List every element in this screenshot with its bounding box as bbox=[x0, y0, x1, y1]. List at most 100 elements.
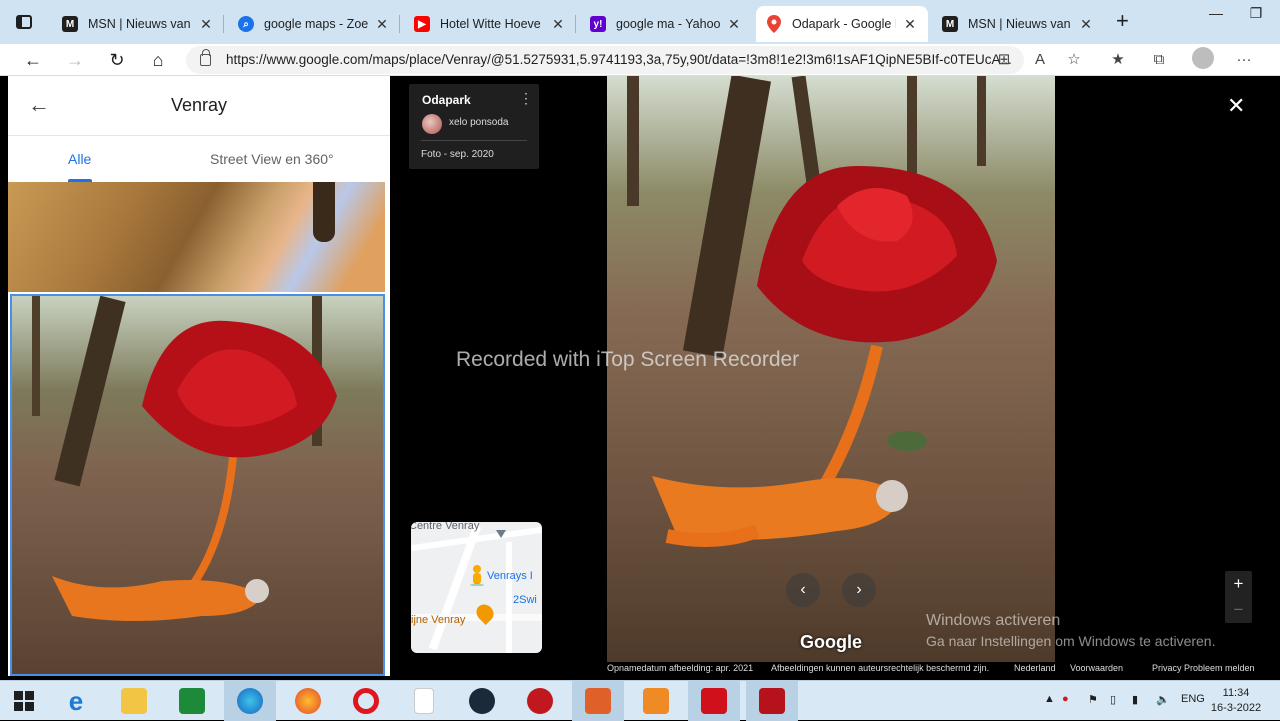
notification-tray-icon[interactable]: ⚑ bbox=[1088, 693, 1098, 706]
map-label-venray: ijne Venray bbox=[411, 614, 466, 626]
network-icon[interactable]: ▮ bbox=[1132, 693, 1138, 706]
profile-avatar[interactable] bbox=[1192, 47, 1214, 69]
pegman-icon bbox=[469, 564, 485, 587]
more-options-icon[interactable]: ··· bbox=[1232, 48, 1256, 72]
close-tab-icon[interactable]: ✕ bbox=[1078, 16, 1094, 33]
edge-icon[interactable] bbox=[224, 681, 276, 721]
minimize-icon[interactable]: — bbox=[1196, 0, 1236, 28]
more-vert-icon[interactable]: ⋮ bbox=[519, 91, 533, 105]
google-logo: Google bbox=[800, 632, 862, 652]
windows-logo-icon bbox=[14, 691, 34, 711]
refresh-icon[interactable]: ↻ bbox=[104, 48, 130, 72]
zoom-in-icon[interactable]: + bbox=[1225, 571, 1252, 597]
mini-map[interactable]: Centre Venray Venrays I 2Swi ijne Venray bbox=[411, 522, 542, 653]
address-bar: ← → ↻ ⌂ https://www.google.com/maps/plac… bbox=[0, 44, 1280, 76]
map-label-2swi: 2Swi bbox=[513, 594, 537, 606]
security-app-icon[interactable] bbox=[514, 681, 566, 721]
previous-photo-icon[interactable]: ‹ bbox=[786, 573, 820, 607]
contributor-name[interactable]: xelo ponsoda bbox=[449, 117, 509, 128]
tab-odapark-maps[interactable]: Odapark - Google Map ✕ bbox=[756, 6, 928, 42]
language-indicator[interactable]: ENG bbox=[1181, 693, 1205, 705]
windows-taskbar: e ▲ ● ⚑ ▯ ▮ 🔈 ENG 11:34 16-3-2022 bbox=[0, 680, 1280, 721]
terms-link[interactable]: Voorwaarden bbox=[1070, 663, 1123, 673]
system-clock[interactable]: 11:34 16-3-2022 bbox=[1206, 686, 1266, 716]
browser-tab-bar: M MSN | Nieuws van de ✕ ⌕ google maps - … bbox=[0, 0, 1280, 44]
close-viewer-icon[interactable]: ✕ bbox=[1227, 93, 1245, 119]
panel-title: Venray bbox=[170, 95, 228, 115]
tab-all[interactable]: Alle bbox=[68, 151, 91, 167]
tab-msn-1[interactable]: M MSN | Nieuws van de ✕ bbox=[52, 6, 224, 42]
photo-thumbnail[interactable] bbox=[8, 182, 385, 292]
yahoo-icon: y! bbox=[590, 16, 606, 32]
copyright-notice: Afbeeldingen kunnen auteursrechtelijk be… bbox=[771, 663, 990, 673]
excel-icon[interactable] bbox=[166, 681, 218, 721]
forward-icon[interactable]: → bbox=[62, 48, 88, 72]
clock-date: 16-3-2022 bbox=[1210, 702, 1262, 714]
lock-icon bbox=[200, 49, 211, 66]
tab-youtube-hotel[interactable]: ▶ Hotel Witte Hoeve De ✕ bbox=[404, 6, 576, 42]
map-label-centre: Centre Venray bbox=[411, 522, 480, 532]
windows-activation-title: Windows activeren bbox=[926, 612, 1061, 629]
country-link[interactable]: Nederland bbox=[1014, 663, 1056, 673]
url-field[interactable]: https://www.google.com/maps/place/Venray… bbox=[186, 46, 1024, 74]
close-tab-icon[interactable]: ✕ bbox=[726, 16, 742, 33]
apps-icon[interactable]: ⊞ bbox=[992, 48, 1016, 72]
opera-icon[interactable] bbox=[340, 681, 392, 721]
close-tab-icon[interactable]: ✕ bbox=[902, 16, 918, 33]
viewer-footer: Opnamedatum afbeelding: apr. 2021 Afbeel… bbox=[607, 662, 1280, 676]
divider bbox=[421, 140, 527, 141]
media-player-icon[interactable] bbox=[630, 681, 682, 721]
search-icon: ⌕ bbox=[238, 16, 254, 32]
clock-time: 11:34 bbox=[1222, 687, 1250, 699]
tab-google-search[interactable]: ⌕ google maps - Zoeken ✕ bbox=[228, 6, 400, 42]
tab-yahoo[interactable]: y! google ma - Yahoo-Zo ✕ bbox=[580, 6, 752, 42]
start-button[interactable] bbox=[0, 681, 48, 721]
google-maps-pin-icon bbox=[766, 15, 782, 33]
video-editor-icon[interactable] bbox=[746, 681, 798, 721]
back-icon[interactable]: ← bbox=[20, 48, 46, 72]
zoom-out-icon[interactable]: − bbox=[1225, 597, 1252, 623]
maximize-icon[interactable]: ❐ bbox=[1236, 0, 1276, 28]
screen-recorder-icon[interactable] bbox=[688, 681, 740, 721]
close-tab-icon[interactable]: ✕ bbox=[550, 16, 566, 33]
privacy-link[interactable]: Privacy bbox=[1152, 663, 1182, 673]
battery-icon[interactable]: ▯ bbox=[1110, 693, 1116, 706]
file-explorer-icon[interactable] bbox=[108, 681, 160, 721]
close-tab-icon[interactable]: ✕ bbox=[198, 16, 214, 33]
ccleaner-icon[interactable] bbox=[456, 681, 508, 721]
new-tab-icon[interactable]: + bbox=[1116, 10, 1129, 32]
collections-icon[interactable]: ⧉ bbox=[1147, 48, 1171, 72]
report-problem-link[interactable]: Probleem melden bbox=[1184, 663, 1255, 673]
msn-icon: M bbox=[942, 16, 958, 32]
msn-icon: M bbox=[62, 16, 78, 32]
place-name[interactable]: Odapark bbox=[422, 93, 471, 107]
internet-explorer-icon[interactable]: e bbox=[50, 681, 102, 721]
favorite-add-icon[interactable]: ☆ bbox=[1062, 48, 1086, 72]
rocket-app-icon[interactable] bbox=[572, 681, 624, 721]
tab-actions-icon[interactable] bbox=[14, 12, 34, 32]
close-tab-icon[interactable]: ✕ bbox=[374, 16, 390, 33]
show-hidden-icons[interactable]: ▲ bbox=[1044, 693, 1055, 705]
home-icon[interactable]: ⌂ bbox=[145, 48, 171, 72]
photo-info-card: Odapark ⋮ xelo ponsoda Foto - sep. 2020 bbox=[409, 84, 539, 169]
map-label-venrays: Venrays I bbox=[487, 570, 533, 582]
next-photo-icon[interactable]: › bbox=[842, 573, 876, 607]
read-aloud-icon[interactable]: A bbox=[1028, 48, 1052, 72]
tab-msn-2[interactable]: M MSN | Nieuws van de ✕ bbox=[932, 6, 1104, 42]
photo-category-tabs: Alle Street View en 360° bbox=[8, 136, 390, 182]
document-icon[interactable] bbox=[398, 681, 450, 721]
firefox-icon[interactable] bbox=[282, 681, 334, 721]
volume-icon[interactable]: 🔈 bbox=[1156, 693, 1170, 706]
favorites-icon[interactable]: ★ bbox=[1106, 48, 1130, 72]
panel-header: ← Venray bbox=[8, 76, 390, 136]
recorder-watermark: Recorded with iTop Screen Recorder bbox=[456, 348, 800, 371]
recorder-tray-icon[interactable]: ● bbox=[1062, 693, 1069, 705]
map-direction-icon bbox=[496, 530, 506, 538]
zoom-control: + − bbox=[1225, 571, 1252, 623]
photos-side-panel: ← Venray Alle Street View en 360° bbox=[8, 76, 390, 676]
photo-viewer: Odapark ⋮ xelo ponsoda Foto - sep. 2020 … bbox=[390, 76, 1280, 676]
contributor-avatar[interactable] bbox=[422, 114, 442, 134]
photo-thumbnail-selected[interactable] bbox=[10, 294, 385, 676]
youtube-icon: ▶ bbox=[414, 16, 430, 32]
tab-street-view-360[interactable]: Street View en 360° bbox=[210, 151, 334, 167]
